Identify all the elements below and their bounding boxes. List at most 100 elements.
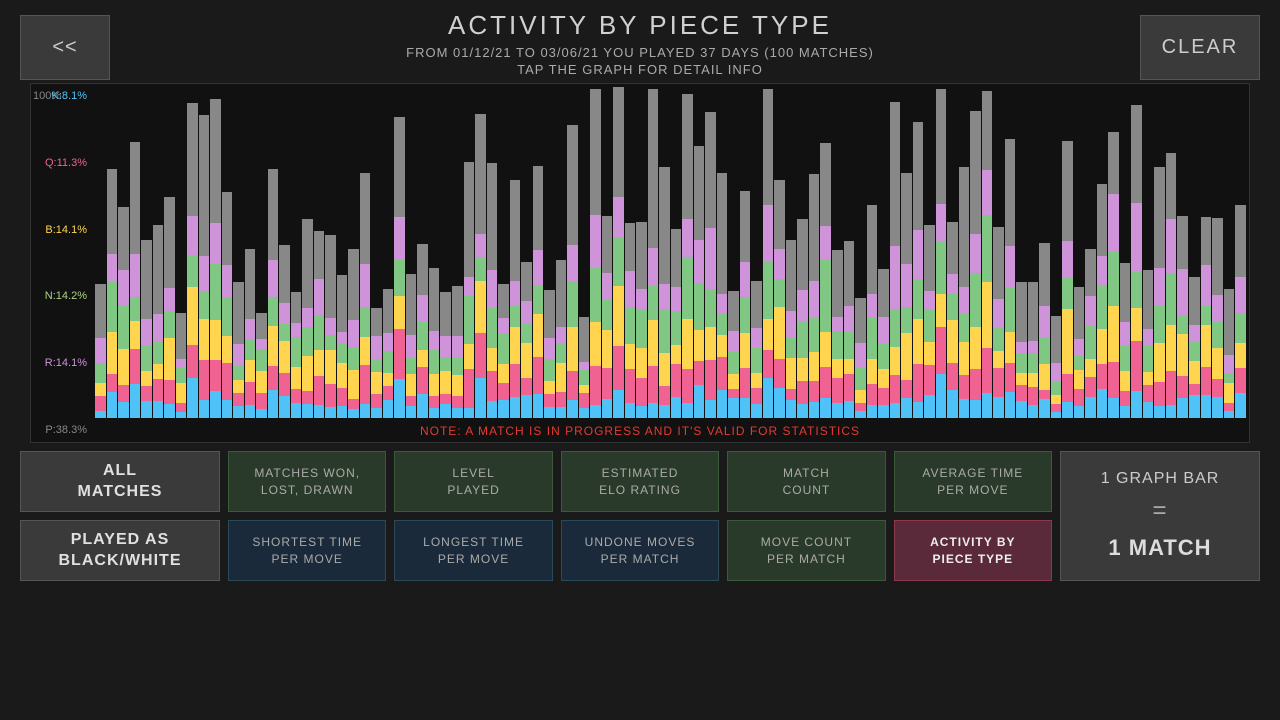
matches-won-button[interactable]: MATCHES WON,LOST, DRAWN bbox=[228, 451, 386, 512]
bar-group[interactable] bbox=[510, 84, 521, 418]
avg-time-button[interactable]: AVERAGE TIMEPER MOVE bbox=[894, 451, 1052, 512]
bar-group[interactable] bbox=[786, 84, 797, 418]
bar-group[interactable] bbox=[867, 84, 878, 418]
bar-group[interactable] bbox=[740, 84, 751, 418]
bar-group[interactable] bbox=[394, 84, 405, 418]
bar-group[interactable] bbox=[1235, 84, 1246, 418]
bar-group[interactable] bbox=[855, 84, 866, 418]
bar-group[interactable] bbox=[797, 84, 808, 418]
bar-group[interactable] bbox=[1177, 84, 1188, 418]
bar-group[interactable] bbox=[1189, 84, 1200, 418]
bar-group[interactable] bbox=[602, 84, 613, 418]
activity-piece-type-button[interactable]: ACTIVITY BYPIECE TYPE bbox=[894, 520, 1052, 581]
bar-group[interactable] bbox=[417, 84, 428, 418]
bar-group[interactable] bbox=[924, 84, 935, 418]
bar-group[interactable] bbox=[890, 84, 901, 418]
bar-group[interactable] bbox=[164, 84, 175, 418]
shortest-time-button[interactable]: SHORTEST TIMEPER MOVE bbox=[228, 520, 386, 581]
bar-group[interactable] bbox=[901, 84, 912, 418]
match-count-button[interactable]: MATCHCOUNT bbox=[727, 451, 885, 512]
bar-group[interactable] bbox=[947, 84, 958, 418]
bar-group[interactable] bbox=[636, 84, 647, 418]
bar-group[interactable] bbox=[1097, 84, 1108, 418]
bar-group[interactable] bbox=[1131, 84, 1142, 418]
bar-group[interactable] bbox=[728, 84, 739, 418]
bar-group[interactable] bbox=[118, 84, 129, 418]
bar-group[interactable] bbox=[176, 84, 187, 418]
bar-group[interactable] bbox=[590, 84, 601, 418]
bar-group[interactable] bbox=[429, 84, 440, 418]
bar-group[interactable] bbox=[705, 84, 716, 418]
bar-group[interactable] bbox=[1212, 84, 1223, 418]
bar-group[interactable] bbox=[1051, 84, 1062, 418]
bar-group[interactable] bbox=[1016, 84, 1027, 418]
bar-group[interactable] bbox=[498, 84, 509, 418]
bar-group[interactable] bbox=[659, 84, 670, 418]
bar-group[interactable] bbox=[774, 84, 785, 418]
bar-group[interactable] bbox=[1005, 84, 1016, 418]
bar-group[interactable] bbox=[936, 84, 947, 418]
bar-group[interactable] bbox=[1154, 84, 1165, 418]
bar-group[interactable] bbox=[487, 84, 498, 418]
bar-group[interactable] bbox=[959, 84, 970, 418]
bar-group[interactable] bbox=[832, 84, 843, 418]
bar-group[interactable] bbox=[325, 84, 336, 418]
all-matches-button[interactable]: ALLMATCHES bbox=[20, 451, 220, 512]
longest-time-button[interactable]: LONGEST TIMEPER MOVE bbox=[394, 520, 552, 581]
move-count-button[interactable]: MOVE COUNTPER MATCH bbox=[727, 520, 885, 581]
bar-group[interactable] bbox=[279, 84, 290, 418]
bar-group[interactable] bbox=[222, 84, 233, 418]
bar-group[interactable] bbox=[671, 84, 682, 418]
bar-group[interactable] bbox=[187, 84, 198, 418]
bar-group[interactable] bbox=[878, 84, 889, 418]
bar-group[interactable] bbox=[464, 84, 475, 418]
played-as-button[interactable]: PLAYED ASBLACK/WHITE bbox=[20, 520, 220, 581]
bar-group[interactable] bbox=[440, 84, 451, 418]
bar-group[interactable] bbox=[648, 84, 659, 418]
bar-group[interactable] bbox=[337, 84, 348, 418]
bar-group[interactable] bbox=[1062, 84, 1073, 418]
bar-group[interactable] bbox=[1166, 84, 1177, 418]
bar-group[interactable] bbox=[809, 84, 820, 418]
bar-group[interactable] bbox=[521, 84, 532, 418]
clear-button[interactable]: CLEAR bbox=[1140, 15, 1260, 80]
bar-group[interactable] bbox=[314, 84, 325, 418]
bar-group[interactable] bbox=[1028, 84, 1039, 418]
chart-area[interactable]: 100% K:8.1% Q:11.3% B:14.1% N:14.2% R:14… bbox=[30, 83, 1250, 443]
bar-group[interactable] bbox=[291, 84, 302, 418]
bar-group[interactable] bbox=[245, 84, 256, 418]
bar-group[interactable] bbox=[268, 84, 279, 418]
bar-group[interactable] bbox=[1085, 84, 1096, 418]
back-button[interactable]: << bbox=[20, 15, 110, 80]
bar-group[interactable] bbox=[763, 84, 774, 418]
bar-group[interactable] bbox=[1120, 84, 1131, 418]
bar-group[interactable] bbox=[153, 84, 164, 418]
bar-group[interactable] bbox=[256, 84, 267, 418]
bar-group[interactable] bbox=[406, 84, 417, 418]
bar-group[interactable] bbox=[717, 84, 728, 418]
bar-group[interactable] bbox=[751, 84, 762, 418]
bar-group[interactable] bbox=[475, 84, 486, 418]
bar-group[interactable] bbox=[970, 84, 981, 418]
bar-group[interactable] bbox=[199, 84, 210, 418]
bar-group[interactable] bbox=[613, 84, 624, 418]
elo-rating-button[interactable]: ESTIMATEDELO RATING bbox=[561, 451, 719, 512]
bar-group[interactable] bbox=[625, 84, 636, 418]
bar-group[interactable] bbox=[130, 84, 141, 418]
bar-group[interactable] bbox=[383, 84, 394, 418]
bar-group[interactable] bbox=[682, 84, 693, 418]
level-played-button[interactable]: LEVELPLAYED bbox=[394, 451, 552, 512]
bar-group[interactable] bbox=[556, 84, 567, 418]
bar-group[interactable] bbox=[452, 84, 463, 418]
bar-group[interactable] bbox=[1143, 84, 1154, 418]
bar-group[interactable] bbox=[1108, 84, 1119, 418]
bar-group[interactable] bbox=[567, 84, 578, 418]
bar-group[interactable] bbox=[694, 84, 705, 418]
bar-group[interactable] bbox=[371, 84, 382, 418]
bar-group[interactable] bbox=[1074, 84, 1085, 418]
bar-group[interactable] bbox=[141, 84, 152, 418]
bar-group[interactable] bbox=[579, 84, 590, 418]
bar-group[interactable] bbox=[210, 84, 221, 418]
bar-group[interactable] bbox=[107, 84, 118, 418]
undone-moves-button[interactable]: UNDONE MOVESPER MATCH bbox=[561, 520, 719, 581]
